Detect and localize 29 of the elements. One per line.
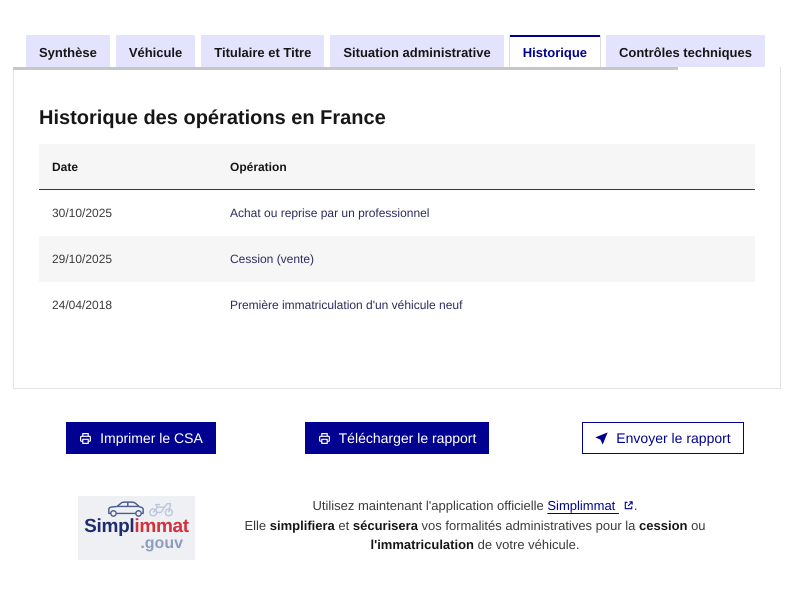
printer-icon [79, 432, 92, 444]
operation-cell: Achat ou reprise par un professionnel [217, 190, 755, 236]
logo-wordmark: Simplimmat [84, 517, 189, 536]
action-button[interactable]: Imprimer le CSA [66, 422, 216, 454]
action-button[interactable]: Télécharger le rapport [304, 422, 490, 454]
action-button[interactable]: Envoyer le rapport [582, 422, 744, 454]
date-cell: 30/10/2025 [39, 190, 217, 236]
tab[interactable]: Véhicule [116, 35, 196, 67]
promo-text: Utilisez maintenant l'application officielle Simplimmat . [311, 497, 639, 515]
external-link-icon [622, 500, 634, 511]
motorcycle-icon [148, 500, 174, 517]
promo-description: Elle simplifiera et sécurisera vos formalités administratives pour la cession ou l'immatriculation de votre véhicule. [243, 516, 707, 554]
tab[interactable]: Titulaire et Titre [201, 35, 324, 67]
car-icon [106, 500, 146, 517]
send-icon [595, 432, 608, 444]
date-cell: 24/04/2018 [39, 282, 217, 328]
date-cell: 29/10/2025 [39, 236, 217, 282]
operation-cell: Cession (vente) [217, 236, 755, 282]
operation-cell: Première immatriculation d'un véhicule neuf [217, 282, 755, 328]
column-header: Date [39, 144, 217, 190]
tab[interactable]: Historique [510, 35, 600, 67]
section-title: Historique des opérations en France [39, 106, 387, 130]
printer-icon [318, 432, 331, 444]
tab[interactable]: Situation administrative [330, 35, 504, 67]
tab[interactable]: Contrôles techniques [606, 35, 765, 67]
column-header: Opération [217, 144, 755, 190]
tab[interactable]: Synthèse [26, 35, 110, 67]
logo-suffix: .gouv [140, 536, 183, 552]
simplimmat-link[interactable]: Simplimmat [547, 498, 634, 513]
